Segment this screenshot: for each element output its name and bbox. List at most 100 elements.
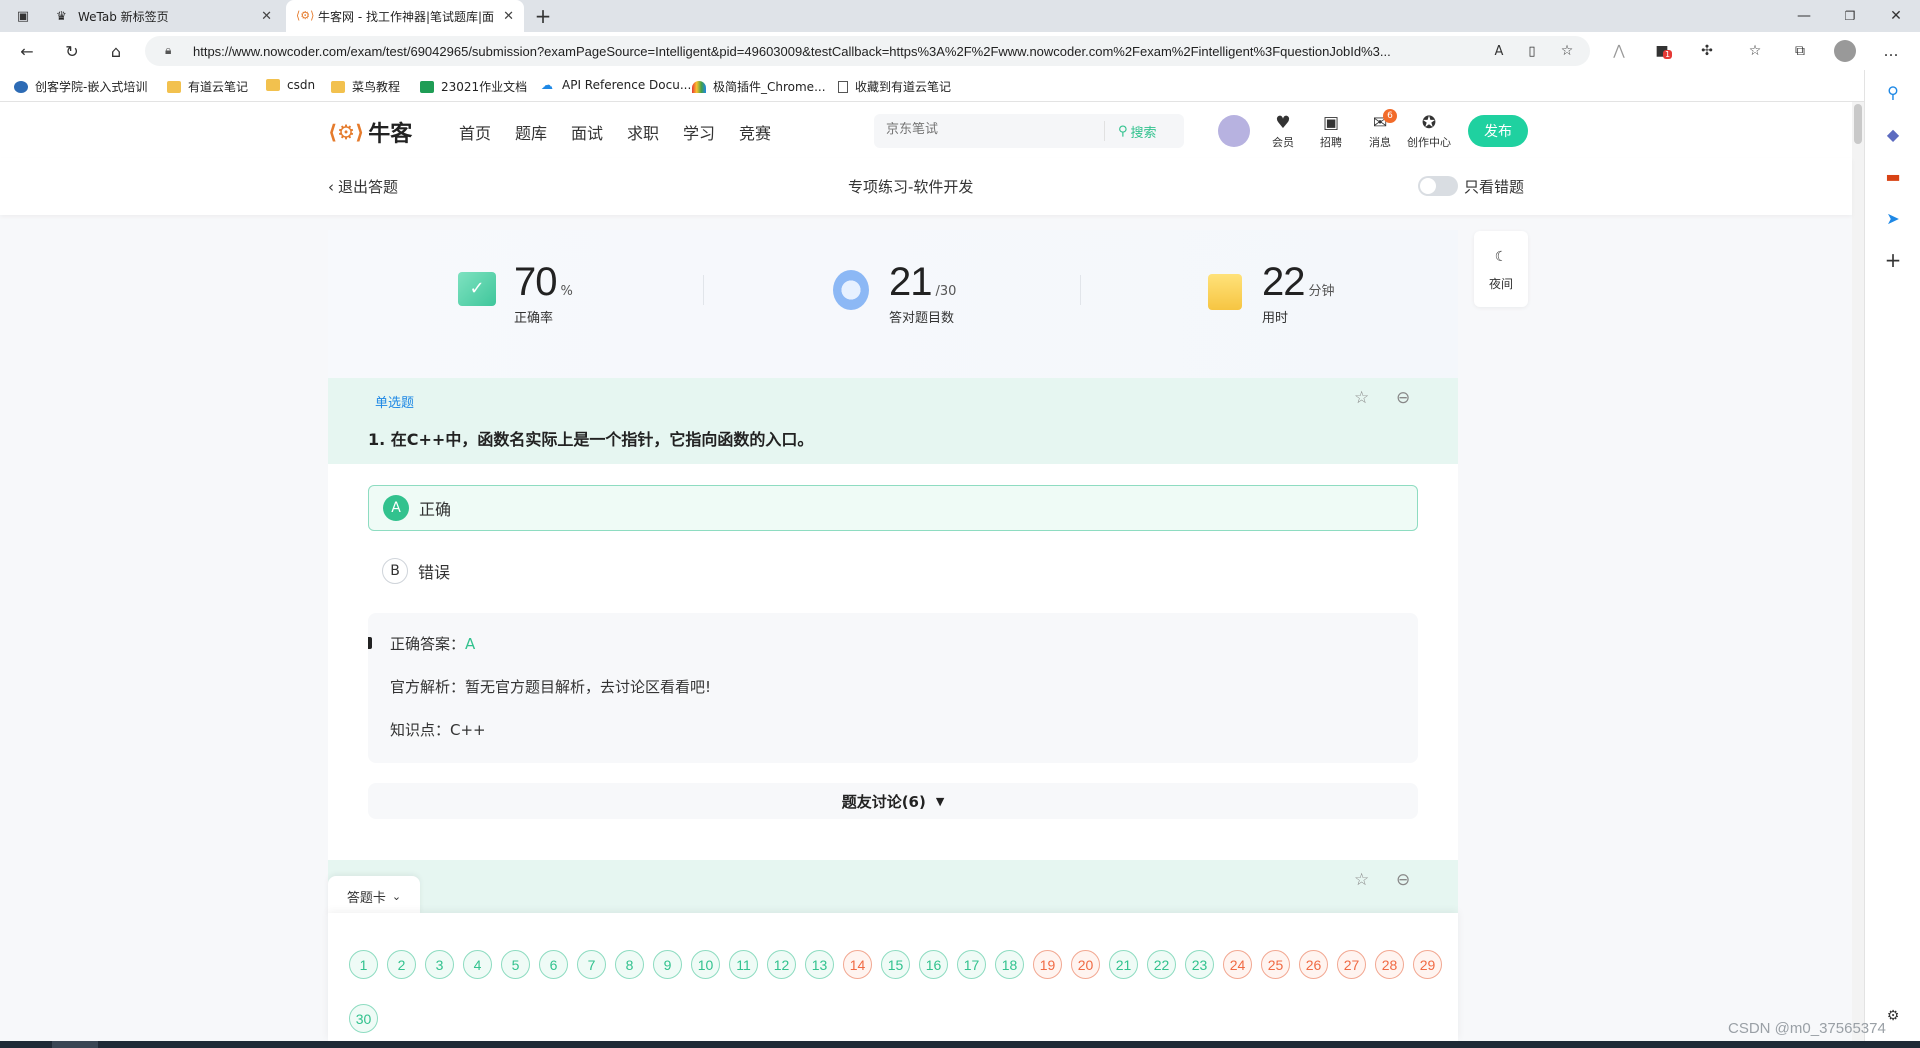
answer-card-number[interactable]: 16 bbox=[919, 950, 948, 979]
search-icon[interactable]: ⚲ bbox=[1883, 82, 1903, 102]
answer-card-number[interactable]: 22 bbox=[1147, 950, 1176, 979]
extension-icon[interactable]: ■ 1 bbox=[1651, 40, 1673, 62]
answer-card-number[interactable]: 10 bbox=[691, 950, 720, 979]
answer-card-number[interactable]: 27 bbox=[1337, 950, 1366, 979]
search-input[interactable] bbox=[886, 122, 1086, 137]
answer-card-number[interactable]: 9 bbox=[653, 950, 682, 979]
nav-interview[interactable]: 面试 bbox=[571, 120, 603, 144]
page-scrollbar[interactable] bbox=[1852, 102, 1864, 1041]
csdn-watermark: CSDN @m0_37565374 bbox=[1728, 1020, 1886, 1037]
taskbar-app[interactable] bbox=[52, 1041, 98, 1048]
answer-card-number[interactable]: 30 bbox=[349, 1004, 378, 1033]
answer-card-number[interactable]: 4 bbox=[463, 950, 492, 979]
bookmark-item[interactable]: 23021作业文档 bbox=[420, 78, 527, 95]
answer-card-number[interactable]: 19 bbox=[1033, 950, 1062, 979]
new-tab-button[interactable]: + bbox=[532, 4, 554, 28]
publish-button[interactable]: 发布 bbox=[1468, 115, 1528, 147]
discussion-toggle[interactable]: 题友讨论(6) ▼ bbox=[368, 783, 1418, 819]
bookmark-item[interactable]: 收藏到有道云笔记 bbox=[838, 78, 951, 95]
answer-card-number[interactable]: 23 bbox=[1185, 950, 1214, 979]
add-icon[interactable]: + bbox=[1883, 248, 1903, 272]
favorite-star-icon[interactable]: ☆ bbox=[1354, 870, 1369, 890]
more-menu-icon[interactable]: … bbox=[1880, 40, 1902, 62]
bookmark-item[interactable]: ☁ API Reference Docu... bbox=[541, 78, 691, 92]
scrollbar-thumb[interactable] bbox=[1854, 104, 1862, 144]
tab-wetab[interactable]: ♛ WeTab 新标签页 ✕ bbox=[46, 0, 282, 32]
answer-card-number[interactable]: 21 bbox=[1109, 950, 1138, 979]
search-button[interactable]: ⚲ 搜索 bbox=[1118, 122, 1157, 141]
answer-card-number[interactable]: 20 bbox=[1071, 950, 1100, 979]
answer-card-number[interactable]: 24 bbox=[1223, 950, 1252, 979]
favorite-star-icon[interactable]: ☆ bbox=[1556, 40, 1578, 62]
vip-tool[interactable]: ♥ 会员 bbox=[1268, 112, 1298, 150]
bookmark-item[interactable]: 有道云笔记 bbox=[167, 78, 248, 95]
answer-card-number[interactable]: 18 bbox=[995, 950, 1024, 979]
remove-circle-icon[interactable]: ⊖ bbox=[1396, 870, 1410, 890]
bookmark-item[interactable]: 极简插件_Chrome... bbox=[692, 78, 826, 95]
night-mode-button[interactable]: ☾ 夜间 bbox=[1474, 231, 1528, 307]
read-aloud-icon[interactable]: A bbox=[1488, 40, 1510, 62]
answer-card-number[interactable]: 1 bbox=[349, 950, 378, 979]
wrong-only-toggle[interactable] bbox=[1418, 176, 1458, 196]
nav-job[interactable]: 求职 bbox=[627, 120, 659, 144]
window-close-icon[interactable]: ✕ bbox=[1885, 5, 1907, 27]
recruit-tool[interactable]: ▣ 招聘 bbox=[1316, 112, 1346, 150]
answer-card-number[interactable]: 14 bbox=[843, 950, 872, 979]
answer-card-number[interactable]: 7 bbox=[577, 950, 606, 979]
option-b[interactable]: B 错误 bbox=[368, 548, 1418, 594]
restore-icon[interactable]: ❐ bbox=[1839, 5, 1861, 27]
user-avatar[interactable] bbox=[1218, 115, 1250, 147]
bookmark-item[interactable]: csdn bbox=[266, 78, 315, 92]
tag-icon[interactable]: ◆ bbox=[1883, 124, 1903, 144]
nav-question-bank[interactable]: 题库 bbox=[515, 120, 547, 144]
nav-home[interactable]: 首页 bbox=[459, 120, 491, 144]
answer-card-number[interactable]: 12 bbox=[767, 950, 796, 979]
option-a[interactable]: A 正确 bbox=[368, 485, 1418, 531]
answer-card-number[interactable]: 15 bbox=[881, 950, 910, 979]
exit-answer-link[interactable]: ‹ 退出答题 bbox=[328, 176, 398, 197]
answer-card-number[interactable]: 6 bbox=[539, 950, 568, 979]
collections-icon[interactable]: ⧉ bbox=[1789, 40, 1811, 62]
address-bar[interactable]: 🔒︎ https://www.nowcoder.com/exam/test/69… bbox=[145, 36, 1590, 66]
send-icon[interactable]: ➤ bbox=[1883, 208, 1903, 228]
home-icon[interactable]: ⌂ bbox=[105, 40, 127, 62]
answer-card-number[interactable]: 5 bbox=[501, 950, 530, 979]
refresh-icon[interactable]: ↻ bbox=[61, 40, 83, 62]
favorite-star-icon[interactable]: ☆ bbox=[1354, 388, 1369, 408]
answer-card-toggle[interactable]: 答题卡 ⌄ bbox=[328, 876, 420, 916]
close-icon[interactable]: ✕ bbox=[261, 9, 272, 24]
answer-card-number[interactable]: 29 bbox=[1413, 950, 1442, 979]
answer-card-number[interactable]: 13 bbox=[805, 950, 834, 979]
stat-divider bbox=[1080, 275, 1081, 305]
back-icon[interactable]: ← bbox=[16, 40, 38, 62]
profile-avatar-icon[interactable] bbox=[1834, 40, 1856, 62]
tab-nowcoder[interactable]: ⟨⚙⟩ 牛客网 - 找工作神器|笔试题库|面 ✕ bbox=[286, 0, 524, 32]
remove-circle-icon[interactable]: ⊖ bbox=[1396, 388, 1410, 408]
nav-contest[interactable]: 竞赛 bbox=[739, 120, 771, 144]
toolbox-icon[interactable]: ▬ bbox=[1883, 166, 1903, 186]
answer-card-number[interactable]: 3 bbox=[425, 950, 454, 979]
answer-card-number[interactable]: 25 bbox=[1261, 950, 1290, 979]
creator-tool[interactable]: ✪ 创作中心 bbox=[1404, 112, 1454, 150]
close-icon[interactable]: ✕ bbox=[503, 9, 514, 24]
nowcoder-logo[interactable]: ⟨⚙⟩ 牛客 bbox=[328, 116, 412, 148]
toggle-label: 只看错题 bbox=[1464, 178, 1525, 196]
doc-icon bbox=[420, 80, 434, 93]
reader-icon[interactable]: ▯ bbox=[1521, 40, 1543, 62]
answer-card-number[interactable]: 2 bbox=[387, 950, 416, 979]
puzzle-icon[interactable]: ✣ bbox=[1696, 40, 1718, 62]
minimize-icon[interactable]: — bbox=[1793, 5, 1815, 27]
extension-a-icon[interactable]: ⋀ bbox=[1608, 40, 1630, 62]
answer-card-number[interactable]: 8 bbox=[615, 950, 644, 979]
favorites-icon[interactable]: ☆ bbox=[1744, 40, 1766, 62]
tab-actions-icon[interactable]: ▣ bbox=[12, 5, 34, 27]
bookmark-item[interactable]: 创客学院-嵌入式培训 bbox=[14, 78, 147, 95]
nav-learn[interactable]: 学习 bbox=[683, 120, 715, 144]
answer-card-number[interactable]: 26 bbox=[1299, 950, 1328, 979]
answer-card-number[interactable]: 17 bbox=[957, 950, 986, 979]
answer-card-number[interactable]: 28 bbox=[1375, 950, 1404, 979]
message-tool[interactable]: ✉ 消息 6 bbox=[1365, 109, 1397, 150]
bookmark-item[interactable]: 菜鸟教程 bbox=[331, 78, 400, 95]
settings-gear-icon[interactable]: ⚙ bbox=[1883, 1006, 1903, 1026]
answer-card-number[interactable]: 11 bbox=[729, 950, 758, 979]
